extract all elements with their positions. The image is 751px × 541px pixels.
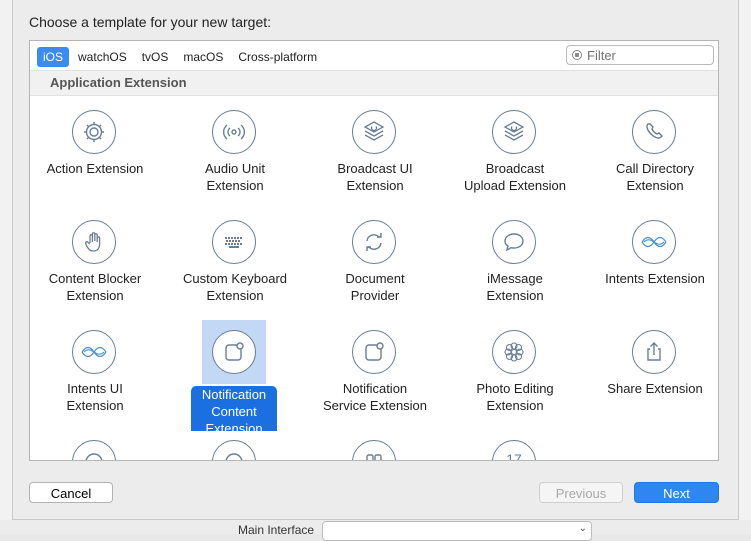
filter-input[interactable]: [587, 47, 707, 63]
template-grid: Notification Content Extension Action Ex…: [30, 95, 718, 460]
tab-tvos[interactable]: tvOS: [136, 47, 175, 67]
keyboard-icon: [212, 220, 256, 264]
platform-tab-bar: iOS watchOS tvOS macOS Cross-platform: [30, 41, 718, 70]
section-header: Application Extension: [30, 70, 718, 96]
tab-ios[interactable]: iOS: [37, 47, 70, 67]
speech-bubble-icon: [492, 220, 536, 264]
previous-button[interactable]: Previous: [539, 482, 623, 503]
main-interface-label: Main Interface: [238, 523, 315, 537]
siri-waves-icon: [72, 330, 116, 374]
phone-icon: [632, 110, 676, 154]
tab-macos[interactable]: macOS: [177, 47, 229, 67]
hand-icon: [72, 220, 116, 264]
sync-arrows-icon: [352, 220, 396, 264]
new-target-sheet: Choose a template for your new target: i…: [12, 0, 739, 520]
chevron-down-icon: ⌄: [578, 523, 587, 534]
flower-icon: [492, 330, 536, 374]
cancel-button[interactable]: Cancel: [29, 482, 113, 503]
siri-waves-icon: [632, 220, 676, 264]
next-button[interactable]: Next: [634, 482, 719, 503]
notification-icon: [212, 330, 256, 374]
safari-icon: [72, 440, 116, 460]
main-interface-select[interactable]: ⌄: [322, 521, 592, 541]
audio-waves-icon: [212, 110, 256, 154]
filter-field[interactable]: [566, 45, 714, 65]
sheet-title: Choose a template for your new target:: [29, 14, 272, 30]
circle-icon: [212, 440, 256, 460]
gear-icon: [72, 110, 116, 154]
broadcast-stack-icon: [352, 110, 396, 154]
notification-icon: [352, 330, 396, 374]
share-icon: [632, 330, 676, 374]
broadcast-stack-icon: [492, 110, 536, 154]
background-window-right: [738, 0, 751, 534]
selected-template-label: Notification Content Extension: [191, 386, 277, 431]
tab-cross-platform[interactable]: Cross-platform: [232, 47, 323, 67]
calendar-icon: 17: [492, 440, 536, 460]
tab-watchos[interactable]: watchOS: [72, 47, 133, 67]
filter-icon: [572, 50, 582, 60]
template-panel: iOS watchOS tvOS macOS Cross-platform Ap…: [29, 40, 719, 461]
sticker-grid-icon: [352, 440, 396, 460]
